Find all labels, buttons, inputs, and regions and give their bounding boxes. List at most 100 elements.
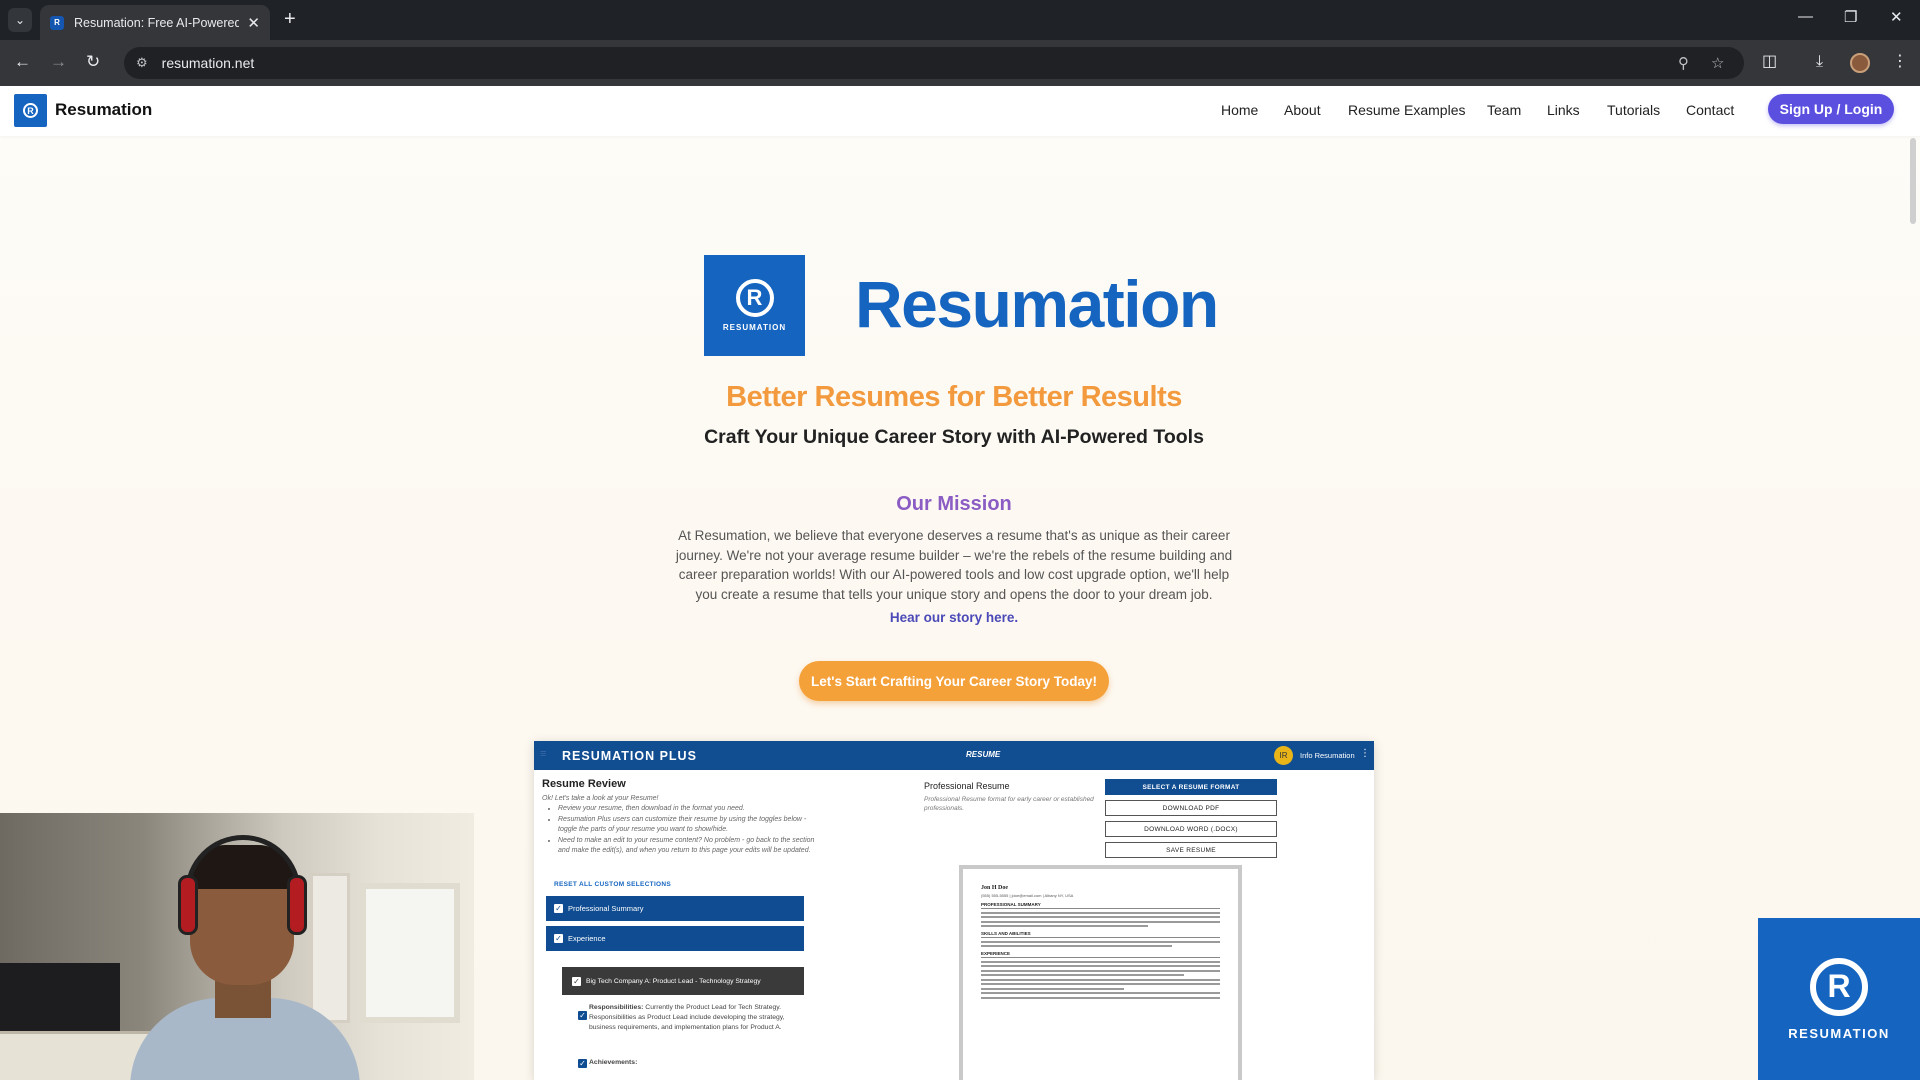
- professional-resume-subtitle: Professional Resume format for early car…: [924, 796, 1094, 812]
- window-close-icon[interactable]: ✕: [1890, 8, 1903, 26]
- app-user-name: Info Resumation: [1300, 751, 1355, 760]
- doc-text-line: [981, 974, 1185, 976]
- doc-text-line: [981, 945, 1173, 947]
- webcam-cabinet: [0, 1031, 150, 1080]
- doc-text-line: [981, 960, 1220, 963]
- forward-icon[interactable]: →: [50, 52, 67, 72]
- app-brand: RESUMATION PLUS: [562, 749, 697, 763]
- nav-team[interactable]: Team: [1487, 102, 1521, 118]
- doc-section-heading: PROFESSIONAL SUMMARY: [981, 902, 1220, 909]
- reset-selections-link: RESET ALL CUSTOM SELECTIONS: [554, 881, 672, 888]
- nav-tutorials[interactable]: Tutorials: [1607, 102, 1660, 118]
- menu-icon: ≡: [540, 748, 547, 760]
- badge-wordmark: RESUMATION: [1788, 1025, 1890, 1041]
- hero-title: Resumation: [855, 267, 1219, 341]
- tab-close-icon[interactable]: ✕: [247, 14, 260, 32]
- hero-logo: R RESUMATION: [704, 255, 805, 356]
- restore-icon[interactable]: ❐: [1844, 8, 1857, 26]
- doc-text-line: [981, 987, 1125, 990]
- resume-document-preview: Jon H Doe (555) 555-5555 | jdoe@email.co…: [959, 865, 1242, 1080]
- doc-text-line: [981, 969, 1220, 972]
- logo-wordmark: RESUMATION: [722, 323, 787, 332]
- webcam-window: [310, 873, 350, 1023]
- site-logo[interactable]: R: [14, 94, 47, 127]
- zoom-icon[interactable]: ⚲: [1678, 54, 1689, 72]
- download-word-button: DOWNLOAD WORD (.DOCX): [1105, 821, 1277, 837]
- webcam-window: [360, 883, 460, 1023]
- checkbox-icon: ✓: [554, 934, 563, 943]
- checkbox-icon: ✓: [578, 1011, 587, 1020]
- nav-resume-examples[interactable]: Resume Examples: [1348, 102, 1466, 118]
- tab-title: Resumation: Free AI-Powered R: [74, 15, 240, 30]
- doc-text-line: [981, 925, 1149, 927]
- site-name[interactable]: Resumation: [55, 100, 152, 120]
- list-item: Resumation Plus users can customize thei…: [558, 815, 818, 836]
- logo-r-icon: R: [735, 279, 774, 317]
- save-resume-button: SAVE RESUME: [1105, 842, 1277, 858]
- webcam-tv: [0, 963, 120, 1033]
- responsibilities-text: Responsibilities: Currently the Product …: [589, 1003, 804, 1033]
- headphone-icon: [178, 875, 198, 935]
- page-scrollbar[interactable]: [1910, 138, 1916, 224]
- checkbox-icon: ✓: [554, 904, 563, 913]
- doc-name: Jon H Doe: [981, 885, 1008, 891]
- doc-contact: (555) 555-5555 | jdoe@email.com | Albany…: [981, 893, 1074, 898]
- url-text: resumation.net: [161, 55, 255, 71]
- favicon-icon: R: [50, 15, 64, 30]
- resumation-badge: R RESUMATION: [1758, 918, 1920, 1080]
- doc-text-line: [981, 965, 1220, 967]
- doc-text-line: [981, 978, 1220, 981]
- bookmark-star-icon[interactable]: ☆: [1711, 54, 1724, 72]
- back-icon[interactable]: ←: [14, 52, 31, 72]
- section-label: Experience: [568, 934, 606, 943]
- nav-about[interactable]: About: [1284, 102, 1321, 118]
- profile-avatar-icon[interactable]: [1850, 53, 1870, 73]
- browser-tab-bar: ⌄ R Resumation: Free AI-Powered R ✕ + — …: [0, 0, 1920, 40]
- doc-text-line: [981, 940, 1220, 943]
- doc-text-line: [981, 996, 1220, 999]
- headphone-icon: [287, 875, 307, 935]
- job-entry-bar: ✓ Big Tech Company A: Product Lead - Tec…: [562, 967, 804, 995]
- tab-search-icon[interactable]: ⌄: [8, 8, 32, 32]
- mission-text: At Resumation, we believe that everyone …: [675, 528, 1233, 602]
- extensions-icon[interactable]: ◫: [1762, 52, 1777, 72]
- list-item: Review your resume, then download in the…: [558, 804, 818, 815]
- section-experience: ✓ Experience: [546, 926, 804, 951]
- app-tab: RESUME: [966, 750, 1001, 759]
- download-icon[interactable]: ⤓: [1816, 52, 1823, 72]
- list-item: Need to make an edit to your resume cont…: [558, 836, 818, 857]
- professional-resume-title: Professional Resume: [924, 781, 1010, 791]
- doc-text-line: [981, 920, 1220, 923]
- new-tab-icon[interactable]: +: [284, 8, 296, 30]
- mission-heading: Our Mission: [896, 493, 1012, 515]
- nav-contact[interactable]: Contact: [1686, 102, 1734, 118]
- browser-toolbar: ← → ↻ ⚙ resumation.net ⚲ ☆ ◫ ⤓ ⋮: [0, 40, 1920, 86]
- minimize-icon[interactable]: —: [1798, 8, 1813, 25]
- site-settings-icon[interactable]: ⚙: [136, 55, 148, 71]
- responsibilities-label: Responsibilities:: [589, 1004, 644, 1011]
- active-tab[interactable]: R Resumation: Free AI-Powered R ✕: [40, 5, 270, 40]
- job-label: Big Tech Company A: Product Lead - Techn…: [586, 977, 761, 985]
- logo-r-icon: R: [1810, 957, 1868, 1016]
- signup-login-button[interactable]: Sign Up / Login: [1768, 94, 1894, 124]
- doc-text-line: [981, 992, 1220, 994]
- nav-links[interactable]: Links: [1547, 102, 1580, 118]
- app-top-bar: ≡ RESUMATION PLUS RESUME IR Info Resumat…: [534, 741, 1374, 770]
- site-header: R Resumation Home About Resume Examples …: [0, 86, 1920, 136]
- nav-home[interactable]: Home: [1221, 102, 1258, 118]
- doc-text-line: [981, 911, 1220, 914]
- story-link[interactable]: Hear our story here.: [0, 610, 1908, 625]
- review-intro: Ok! Let's take a look at your Resume!: [542, 795, 659, 802]
- address-bar[interactable]: ⚙ resumation.net ⚲ ☆: [124, 47, 1744, 79]
- browser-menu-icon[interactable]: ⋮: [1892, 52, 1908, 72]
- reload-icon[interactable]: ↻: [86, 52, 100, 72]
- app-preview: ≡ RESUMATION PLUS RESUME IR Info Resumat…: [534, 741, 1374, 1080]
- doc-text-line: [981, 916, 1220, 918]
- headphone-band: [185, 835, 301, 895]
- doc-section-heading: SKILLS AND ABILITIES: [981, 931, 1220, 938]
- avatar: IR: [1274, 746, 1293, 765]
- resume-review-title: Resume Review: [542, 778, 626, 790]
- start-crafting-button[interactable]: Let's Start Crafting Your Career Story T…: [799, 661, 1109, 701]
- review-instructions: Review your resume, then download in the…: [548, 804, 818, 857]
- tagline: Better Resumes for Better Results: [726, 381, 1182, 413]
